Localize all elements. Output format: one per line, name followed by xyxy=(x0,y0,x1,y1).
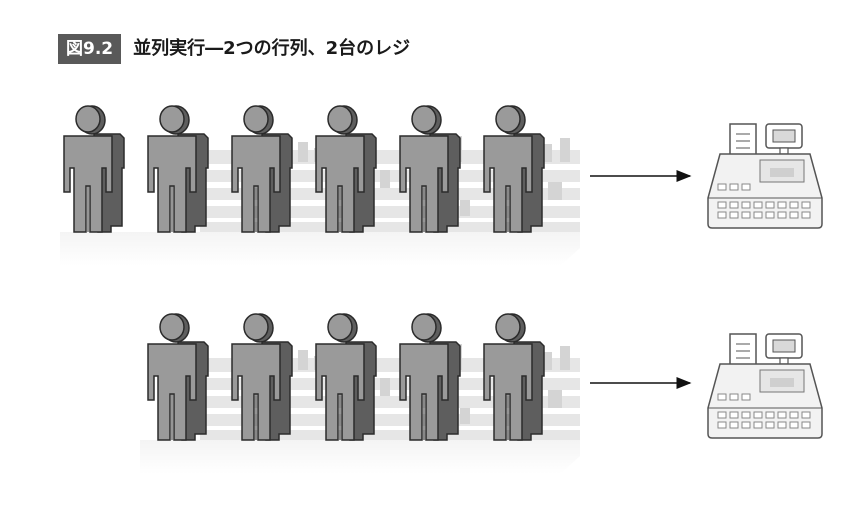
cash-register-icon xyxy=(707,333,823,439)
queue-diagram xyxy=(60,105,823,474)
person-icon xyxy=(63,105,125,233)
cash-register-icon xyxy=(707,123,823,229)
person-icon xyxy=(147,313,209,441)
person-icon xyxy=(147,105,209,233)
